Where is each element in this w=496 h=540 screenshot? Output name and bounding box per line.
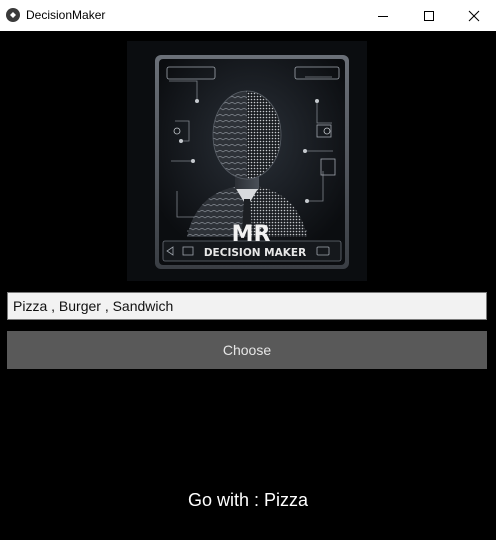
maximize-button[interactable] [406,0,452,31]
close-icon [468,10,480,21]
logo-artwork: MR DECISION MAKER [127,41,367,281]
minimize-icon [378,15,388,17]
decision-maker-logo: MR DECISION MAKER [127,41,367,281]
app-window: DecisionMaker MR DECISION MAKER Pizza , … [0,0,496,540]
choose-button[interactable]: Choose [7,331,487,369]
logo-initials: MR [232,222,271,247]
close-button[interactable] [451,0,496,31]
options-input[interactable] [7,292,487,320]
maximize-icon [424,10,434,21]
result-text: Go with : Pizza [187,490,309,510]
window-title: DecisionMaker [26,8,106,22]
minimize-button[interactable] [360,0,406,31]
app-icon [6,8,20,22]
logo-caption: DECISION MAKER [204,247,306,259]
title-bar: DecisionMaker [0,0,496,31]
